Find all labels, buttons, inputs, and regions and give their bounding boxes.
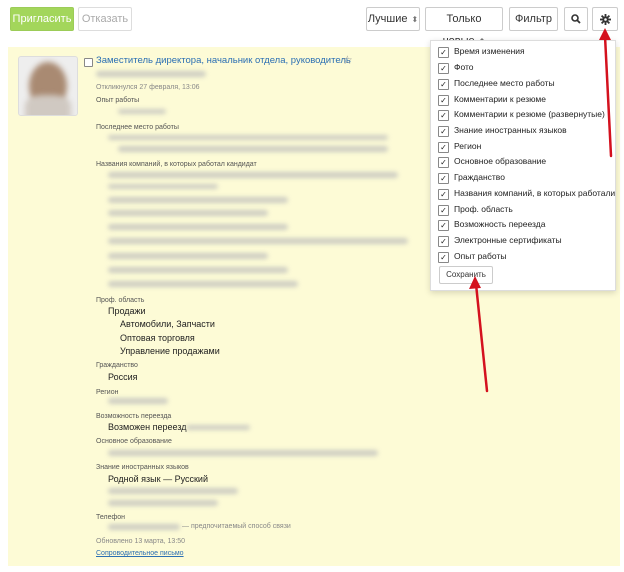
annotation-arrows	[469, 28, 613, 393]
arrow-head-icon	[599, 28, 611, 40]
arrow-head-icon	[469, 276, 481, 289]
arrow-to-settings-icon	[603, 34, 613, 158]
arrow-to-save-icon	[474, 282, 489, 393]
